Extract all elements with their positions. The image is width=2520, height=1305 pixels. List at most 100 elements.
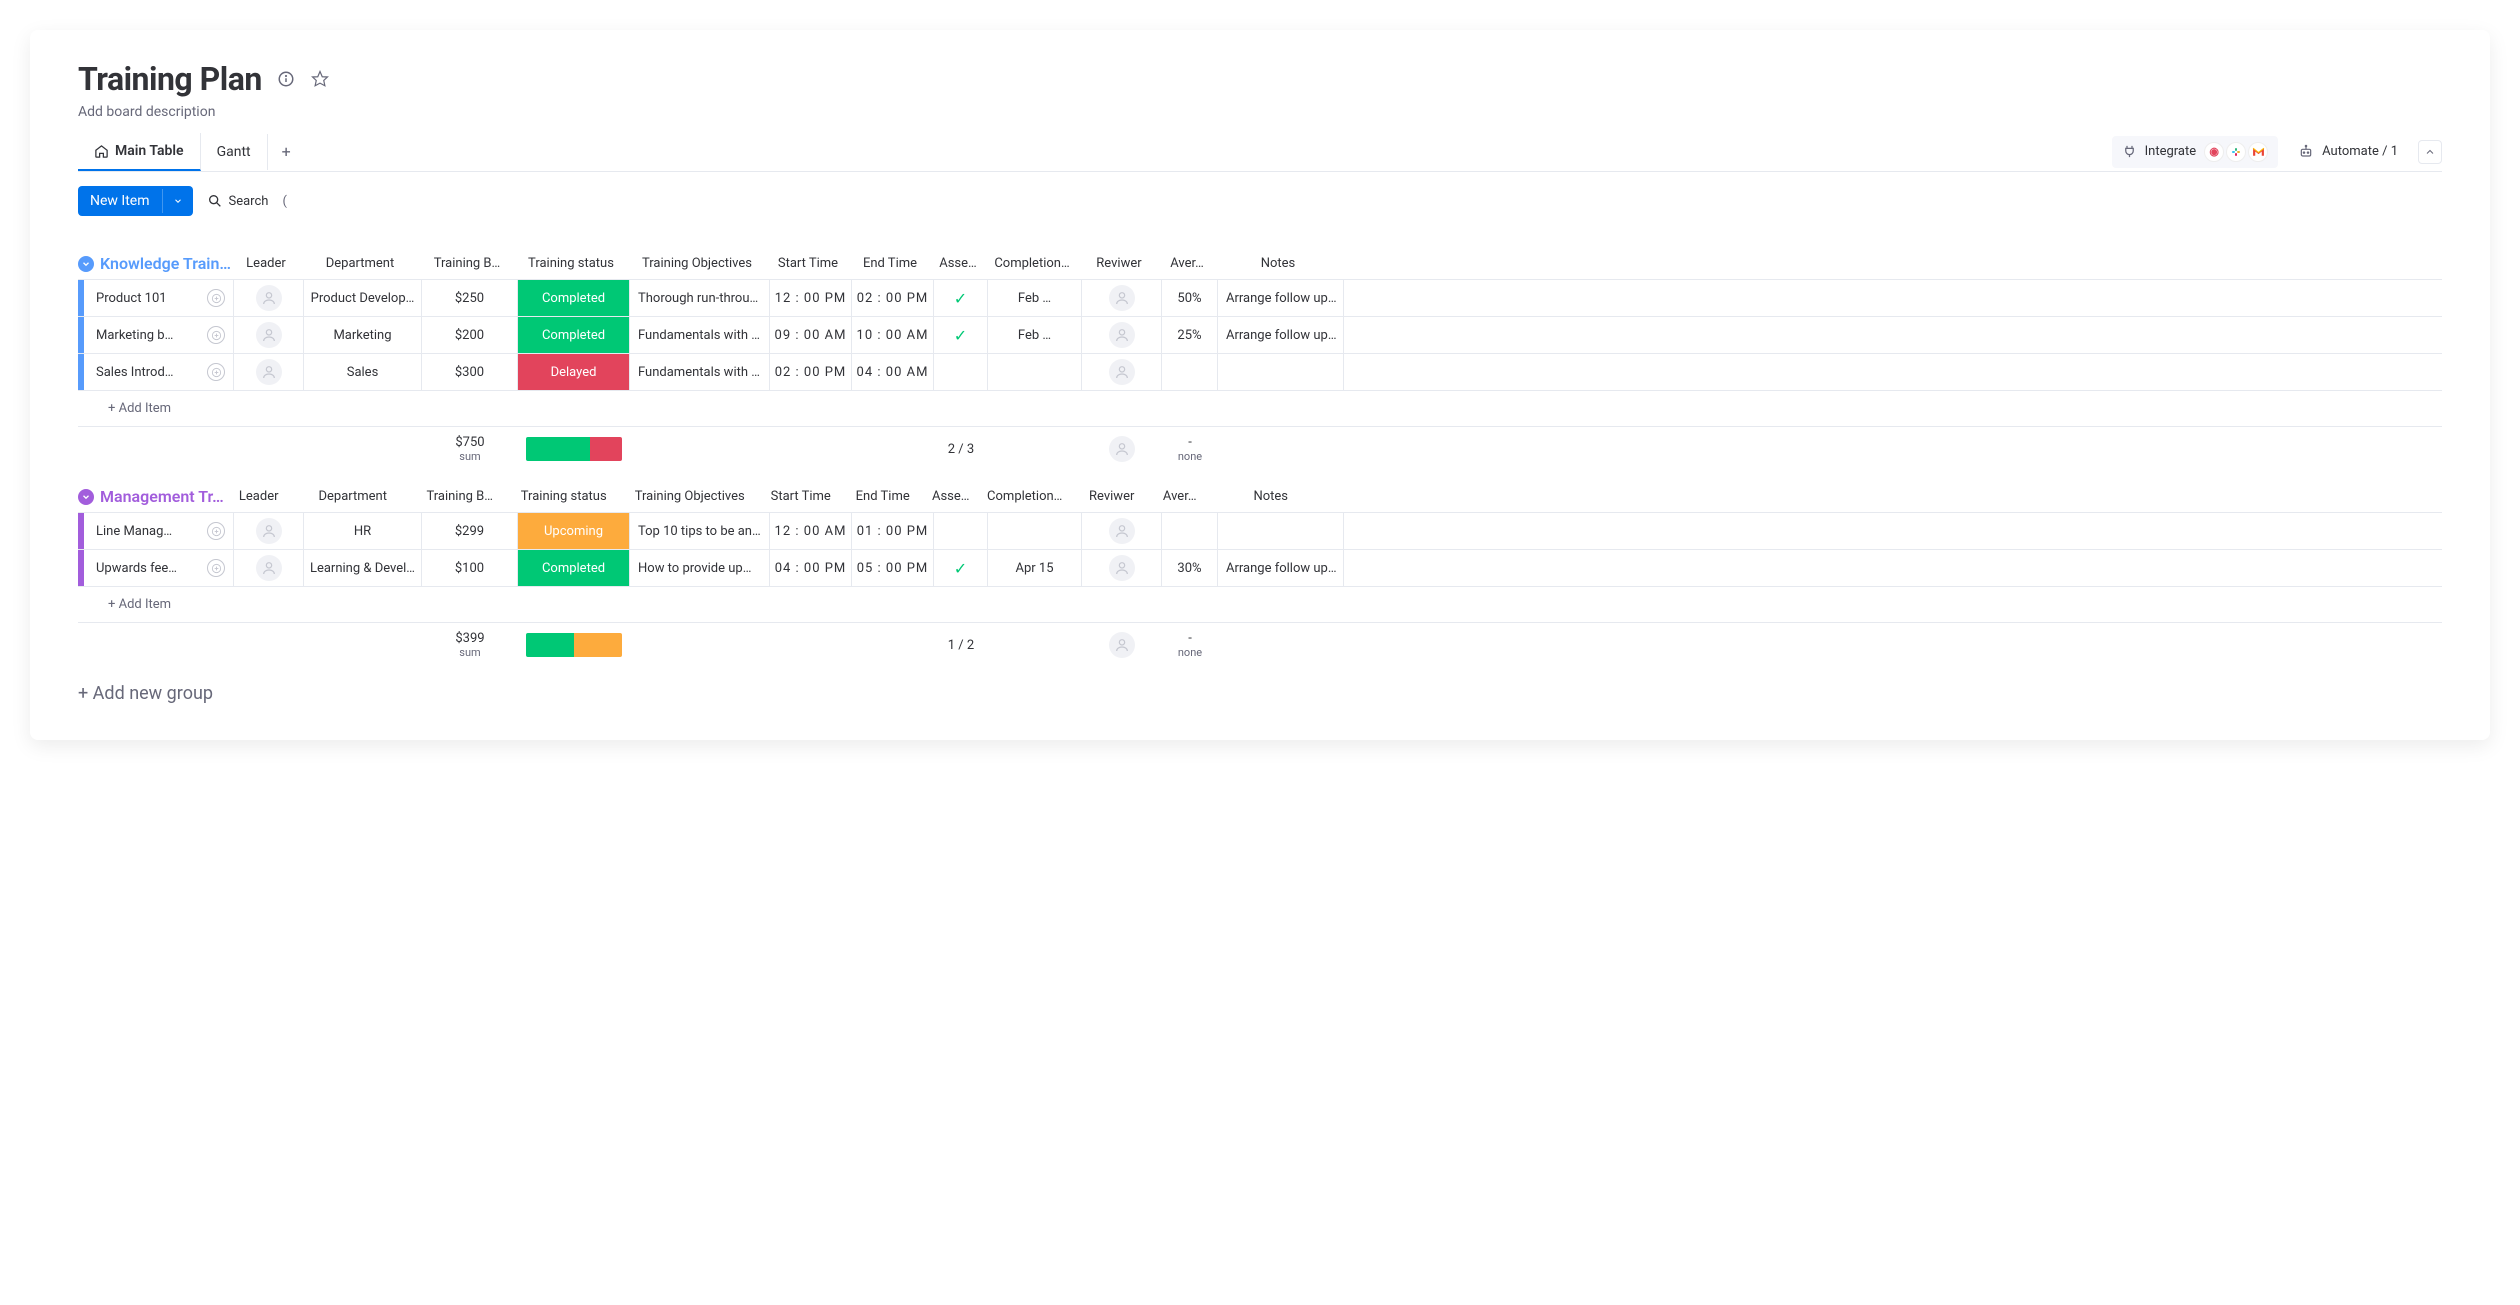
status-cell[interactable]: Completed [518, 280, 630, 316]
average-cell[interactable] [1162, 354, 1218, 390]
item-name-cell[interactable]: Marketing b… [84, 317, 234, 353]
reviewer-cell[interactable] [1082, 354, 1162, 390]
col-reviewer[interactable]: Reviwer [1079, 248, 1159, 279]
item-name-cell[interactable]: Upwards fee… [84, 550, 234, 586]
average-cell[interactable]: 25% [1162, 317, 1218, 353]
reviewer-cell[interactable] [1082, 280, 1162, 316]
col-notes[interactable]: Notes [1208, 481, 1334, 512]
objectives-cell[interactable]: Thorough run-throu… [630, 280, 770, 316]
search-button[interactable]: Search [207, 193, 269, 209]
leader-cell[interactable] [234, 280, 304, 316]
add-item-row[interactable]: + Add Item [78, 391, 2442, 427]
collapse-header-button[interactable] [2418, 140, 2442, 164]
start-time-cell[interactable]: 12 : 00 PM [770, 280, 852, 316]
col-average[interactable]: Aver… [1152, 481, 1208, 512]
open-item-icon[interactable] [207, 363, 225, 381]
col-notes[interactable]: Notes [1215, 248, 1341, 279]
objectives-cell[interactable]: Top 10 tips to be an… [630, 513, 770, 549]
assessment-cell[interactable] [934, 354, 988, 390]
col-status[interactable]: Training status [515, 248, 627, 279]
department-cell[interactable]: HR [304, 513, 422, 549]
average-cell[interactable] [1162, 513, 1218, 549]
col-budget[interactable]: Training B… [419, 248, 515, 279]
collapse-group-icon[interactable] [78, 489, 94, 505]
add-tab-button[interactable]: + [268, 132, 305, 171]
new-item-button[interactable]: New Item [78, 186, 193, 216]
open-item-icon[interactable] [207, 326, 225, 344]
average-cell[interactable]: 30% [1162, 550, 1218, 586]
reviewer-cell[interactable] [1082, 513, 1162, 549]
table-row[interactable]: Line Manag… HR $299 Upcoming Top 10 tips… [78, 513, 2442, 550]
automate-button[interactable]: Automate / 1 [2288, 138, 2408, 166]
tab-main-table[interactable]: Main Table [78, 133, 201, 171]
start-time-cell[interactable]: 09 : 00 AM [770, 317, 852, 353]
department-cell[interactable]: Marketing [304, 317, 422, 353]
board-subtitle[interactable]: Add board description [78, 104, 2442, 120]
col-end-time[interactable]: End Time [849, 248, 931, 279]
status-cell[interactable]: Delayed [518, 354, 630, 390]
completion-cell[interactable]: Feb … [988, 317, 1082, 353]
completion-cell[interactable] [988, 513, 1082, 549]
col-objectives[interactable]: Training Objectives [620, 481, 760, 512]
assessment-cell[interactable]: ✓ [934, 317, 988, 353]
objectives-cell[interactable]: How to provide up… [630, 550, 770, 586]
col-reviewer[interactable]: Reviwer [1072, 481, 1152, 512]
group-title[interactable]: Management Tr… [100, 487, 224, 506]
add-new-group[interactable]: + Add new group [78, 683, 2442, 704]
col-status[interactable]: Training status [508, 481, 620, 512]
col-budget[interactable]: Training B… [412, 481, 508, 512]
tab-gantt[interactable]: Gantt [201, 134, 268, 170]
add-item-row[interactable]: + Add Item [78, 587, 2442, 623]
notes-cell[interactable]: Arrange follow up… [1218, 280, 1344, 316]
item-name-cell[interactable]: Sales Introd… [84, 354, 234, 390]
completion-cell[interactable] [988, 354, 1082, 390]
table-row[interactable]: Marketing b… Marketing $200 Completed Fu… [78, 317, 2442, 354]
status-cell[interactable]: Completed [518, 550, 630, 586]
item-name-cell[interactable]: Line Manag… [84, 513, 234, 549]
status-cell[interactable]: Upcoming [518, 513, 630, 549]
objectives-cell[interactable]: Fundamentals with … [630, 354, 770, 390]
col-leader[interactable]: Leader [231, 248, 301, 279]
reviewer-cell[interactable] [1082, 550, 1162, 586]
collapse-group-icon[interactable] [78, 256, 94, 272]
status-cell[interactable]: Completed [518, 317, 630, 353]
budget-cell[interactable]: $299 [422, 513, 518, 549]
department-cell[interactable]: Learning & Devel… [304, 550, 422, 586]
start-time-cell[interactable]: 12 : 00 AM [770, 513, 852, 549]
col-completion[interactable]: Completion… [985, 248, 1079, 279]
end-time-cell[interactable]: 01 : 00 PM [852, 513, 934, 549]
info-icon[interactable] [276, 69, 296, 89]
col-objectives[interactable]: Training Objectives [627, 248, 767, 279]
col-start-time[interactable]: Start Time [767, 248, 849, 279]
notes-cell[interactable]: Arrange follow up… [1218, 550, 1344, 586]
budget-cell[interactable]: $200 [422, 317, 518, 353]
col-average[interactable]: Aver… [1159, 248, 1215, 279]
col-completion[interactable]: Completion… [978, 481, 1072, 512]
completion-cell[interactable]: Feb … [988, 280, 1082, 316]
completion-cell[interactable]: Apr 15 [988, 550, 1082, 586]
col-department[interactable]: Department [301, 248, 419, 279]
col-end-time[interactable]: End Time [842, 481, 924, 512]
end-time-cell[interactable]: 05 : 00 PM [852, 550, 934, 586]
end-time-cell[interactable]: 02 : 00 PM [852, 280, 934, 316]
leader-cell[interactable] [234, 317, 304, 353]
table-row[interactable]: Product 101 Product Develop… $250 Comple… [78, 280, 2442, 317]
reviewer-cell[interactable] [1082, 317, 1162, 353]
average-cell[interactable]: 50% [1162, 280, 1218, 316]
assessment-cell[interactable] [934, 513, 988, 549]
col-assessment[interactable]: Asse… [931, 248, 985, 279]
group-title[interactable]: Knowledge Train… [100, 254, 231, 273]
col-leader[interactable]: Leader [224, 481, 294, 512]
table-row[interactable]: Upwards fee… Learning & Devel… $100 Comp… [78, 550, 2442, 587]
objectives-cell[interactable]: Fundamentals with … [630, 317, 770, 353]
chevron-down-icon[interactable] [162, 189, 193, 213]
budget-cell[interactable]: $100 [422, 550, 518, 586]
open-item-icon[interactable] [207, 289, 225, 307]
assessment-cell[interactable]: ✓ [934, 550, 988, 586]
budget-cell[interactable]: $250 [422, 280, 518, 316]
board-title[interactable]: Training Plan [78, 60, 262, 98]
integrate-button[interactable]: Integrate ◉ [2112, 136, 2279, 168]
star-icon[interactable] [310, 69, 330, 89]
col-department[interactable]: Department [294, 481, 412, 512]
start-time-cell[interactable]: 04 : 00 PM [770, 550, 852, 586]
